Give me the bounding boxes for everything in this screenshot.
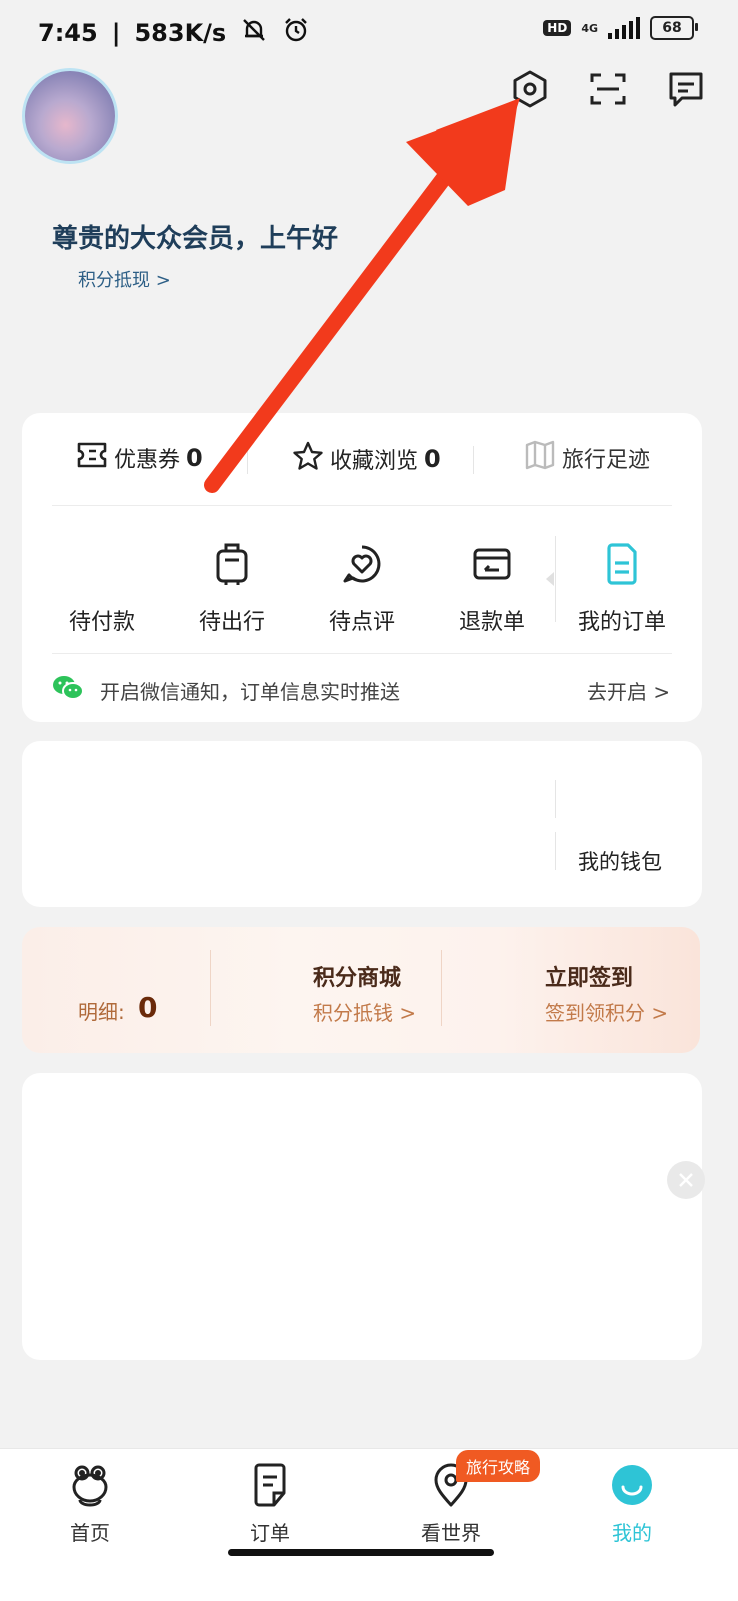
nav-home[interactable]: 首页: [30, 1457, 150, 1546]
footprints-stat[interactable]: 旅行足迹: [524, 440, 650, 476]
document-icon: [557, 540, 687, 588]
home-indicator[interactable]: [228, 1549, 494, 1556]
scan-icon[interactable]: [587, 68, 629, 110]
status-bar-right: HD 4G 68: [543, 16, 698, 40]
sign-in-sub[interactable]: 签到领积分 >: [545, 997, 668, 1026]
points-detail-value: 0: [138, 991, 158, 1024]
nav-mine[interactable]: 我的: [572, 1457, 692, 1546]
signal-icon: [608, 17, 640, 39]
annotation-arrow: [204, 98, 520, 493]
heart-bubble-icon: [297, 540, 427, 588]
refund-icon: [427, 540, 557, 588]
profile-active-icon: [572, 1457, 692, 1513]
status-bar-left: 7:45 | 583K/s: [38, 16, 310, 50]
order-pending-travel[interactable]: 待出行: [167, 540, 297, 636]
enable-wechat-link[interactable]: 去开启 >: [587, 676, 670, 705]
divider: [52, 505, 672, 506]
wallet-card: [22, 741, 702, 907]
content-card: [22, 1073, 702, 1360]
home-mascot-icon: [30, 1457, 150, 1513]
divider: [555, 832, 556, 870]
order-doc-icon: [210, 1457, 330, 1513]
order-pending-payment[interactable]: 待付款: [37, 540, 167, 636]
order-pending-review[interactable]: 待点评: [297, 540, 427, 636]
sign-in-title[interactable]: 立即签到: [545, 960, 633, 992]
travel-guide-badge: 旅行攻略: [456, 1450, 541, 1482]
network-type: 4G: [581, 21, 598, 35]
my-wallet-link[interactable]: 我的钱包: [578, 846, 662, 876]
hd-badge: HD: [543, 20, 572, 36]
nav-orders[interactable]: 订单: [210, 1457, 330, 1546]
divider: [555, 780, 556, 818]
bottom-nav: 首页 订单 看世界 我的: [0, 1448, 738, 1601]
points-cash-link[interactable]: 积分抵现 >: [78, 266, 171, 292]
wechat-notice-text: 开启微信通知，订单信息实时推送: [100, 680, 400, 704]
avatar[interactable]: [22, 68, 118, 164]
message-icon[interactable]: [665, 68, 707, 110]
wallet-outline-icon: [37, 540, 167, 588]
mute-bell-icon: [240, 16, 268, 50]
close-icon[interactable]: [667, 1161, 705, 1199]
points-detail-label[interactable]: 明细:: [78, 996, 125, 1025]
battery-icon: 68: [650, 16, 698, 40]
network-speed: 583K/s: [134, 19, 227, 47]
points-mall-sub[interactable]: 积分抵钱 >: [313, 997, 416, 1026]
divider: [52, 653, 672, 654]
divider: [441, 950, 442, 1026]
status-time: 7:45: [38, 19, 98, 47]
my-orders[interactable]: 我的订单: [557, 540, 687, 636]
luggage-icon: [167, 540, 297, 588]
order-refunds[interactable]: 退款单: [427, 540, 557, 636]
divider: [555, 536, 556, 622]
wechat-icon: [52, 674, 84, 706]
scroll-hint-arrow: [546, 572, 554, 586]
alarm-icon: [282, 16, 310, 50]
points-mall-title[interactable]: 积分商城: [313, 960, 401, 992]
coupons-stat[interactable]: 优惠券 0: [76, 440, 203, 476]
coupon-icon: [76, 440, 108, 476]
divider: [210, 950, 211, 1026]
